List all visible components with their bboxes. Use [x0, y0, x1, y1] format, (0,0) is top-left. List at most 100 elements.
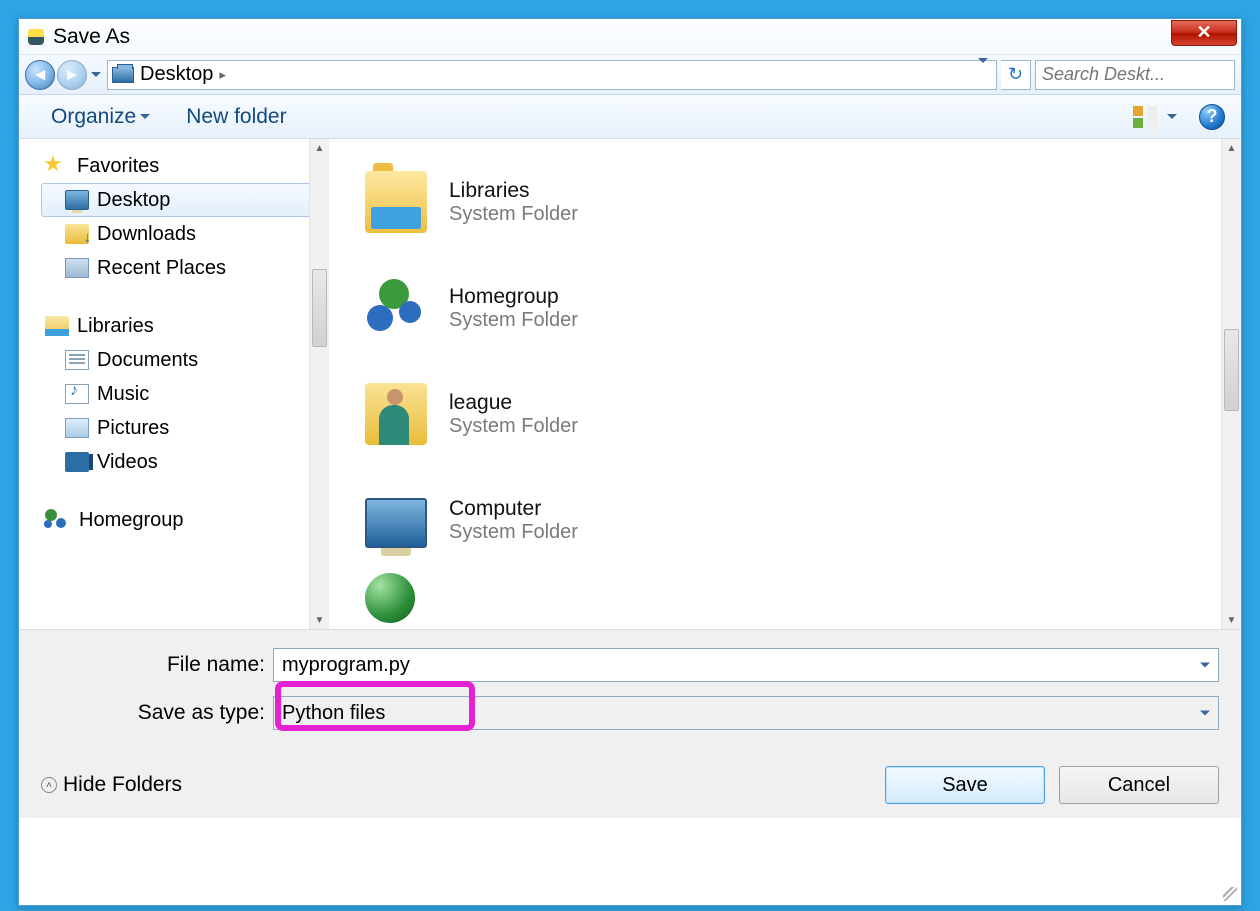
sidebar-item-documents[interactable]: Documents — [41, 343, 327, 377]
list-item[interactable] — [365, 573, 1215, 623]
user-folder-icon — [365, 383, 427, 445]
list-item-subtitle: System Folder — [449, 521, 578, 544]
sidebar-item-label: Music — [97, 383, 149, 406]
new-folder-button[interactable]: New folder — [186, 105, 286, 129]
savetype-value: Python files — [282, 702, 385, 725]
list-item-subtitle: System Folder — [449, 415, 578, 438]
list-item[interactable]: league System Folder — [365, 361, 1215, 467]
monitor-icon — [65, 190, 89, 210]
music-icon — [65, 384, 89, 404]
sidebar-item-label: Downloads — [97, 223, 196, 246]
library-icon — [45, 316, 69, 336]
close-button[interactable]: ✕ — [1171, 20, 1237, 46]
sidebar-item-label: Documents — [97, 349, 198, 372]
list-item[interactable]: Computer System Folder — [365, 467, 1215, 573]
breadcrumb-bar[interactable]: Desktop ▸ — [107, 60, 997, 90]
sidebar-item-pictures[interactable]: Pictures — [41, 411, 327, 445]
collapse-icon: ˄ — [41, 777, 57, 793]
breadcrumb-dropdown[interactable] — [970, 63, 996, 86]
content-scrollbar[interactable]: ▲ ▼ — [1221, 139, 1241, 629]
save-as-dialog: Save As ✕ ◄ ► Desktop ▸ ↻ 🔍 Organize — [18, 18, 1242, 906]
scroll-up-icon[interactable]: ▲ — [310, 139, 329, 157]
view-icon — [1133, 106, 1163, 128]
app-icon — [25, 26, 47, 48]
list-item-subtitle: System Folder — [449, 203, 578, 226]
savetype-label: Save as type: — [41, 701, 273, 725]
list-item[interactable]: Homegroup System Folder — [365, 255, 1215, 361]
list-item-title: Homegroup — [449, 285, 578, 309]
hide-folders-button[interactable]: ˄ Hide Folders — [41, 773, 182, 797]
help-icon: ? — [1207, 106, 1218, 127]
hide-folders-label: Hide Folders — [63, 773, 182, 797]
sidebar-header-label: Libraries — [77, 315, 154, 338]
sidebar-item-label: Desktop — [97, 189, 170, 212]
search-input[interactable] — [1042, 64, 1260, 85]
sidebar-libraries-header[interactable]: Libraries — [41, 309, 327, 343]
star-icon — [45, 156, 69, 176]
scroll-up-icon[interactable]: ▲ — [1222, 139, 1241, 157]
sidebar-item-label: Recent Places — [97, 257, 226, 280]
new-folder-label: New folder — [186, 105, 286, 129]
refresh-button[interactable]: ↻ — [1001, 60, 1031, 90]
savetype-select[interactable]: Python files — [273, 696, 1219, 730]
filename-label: File name: — [41, 653, 273, 677]
forward-button[interactable]: ► — [57, 60, 87, 90]
view-options-button[interactable] — [1133, 106, 1177, 128]
pictures-icon — [65, 418, 89, 438]
computer-icon — [365, 498, 427, 548]
chevron-down-icon — [140, 114, 150, 119]
navigation-pane: Favorites Desktop Downloads Recent Place… — [19, 139, 329, 629]
sidebar-item-homegroup[interactable]: Homegroup — [41, 503, 327, 537]
help-button[interactable]: ? — [1199, 104, 1225, 130]
filename-input[interactable]: myprogram.py — [273, 648, 1219, 682]
window-title: Save As — [53, 25, 130, 49]
organize-menu[interactable]: Organize — [51, 105, 150, 129]
sidebar-item-music[interactable]: Music — [41, 377, 327, 411]
filename-value: myprogram.py — [282, 654, 410, 677]
nav-history-dropdown[interactable] — [89, 60, 103, 90]
sidebar-item-downloads[interactable]: Downloads — [41, 217, 327, 251]
scroll-down-icon[interactable]: ▼ — [310, 611, 329, 629]
homegroup-icon — [45, 509, 71, 531]
sidebar-favorites-header[interactable]: Favorites — [41, 149, 327, 183]
libraries-icon — [365, 171, 427, 233]
scroll-thumb[interactable] — [1224, 329, 1239, 411]
sidebar-item-desktop[interactable]: Desktop — [41, 183, 327, 217]
chevron-right-icon[interactable]: ▸ — [219, 67, 226, 83]
toolbar: Organize New folder ? — [19, 95, 1241, 139]
title-bar: Save As ✕ — [19, 19, 1241, 55]
close-icon: ✕ — [1196, 22, 1211, 43]
list-item-title: league — [449, 391, 578, 415]
downloads-icon — [65, 224, 89, 244]
sidebar-item-recent-places[interactable]: Recent Places — [41, 251, 327, 285]
chevron-down-icon — [1167, 114, 1177, 119]
chevron-down-icon[interactable] — [1200, 711, 1210, 716]
scroll-down-icon[interactable]: ▼ — [1222, 611, 1241, 629]
sidebar-item-label: Videos — [97, 451, 158, 474]
list-item-subtitle: System Folder — [449, 309, 578, 332]
dialog-body: Favorites Desktop Downloads Recent Place… — [19, 139, 1241, 629]
sidebar-header-label: Favorites — [77, 155, 159, 178]
breadcrumb-location: Desktop — [140, 63, 213, 86]
list-item-title: Computer — [449, 497, 578, 521]
scroll-thumb[interactable] — [312, 269, 327, 347]
navigation-bar: ◄ ► Desktop ▸ ↻ 🔍 — [19, 55, 1241, 95]
videos-icon — [65, 452, 89, 472]
list-item-title: Libraries — [449, 179, 578, 203]
document-icon — [65, 350, 89, 370]
network-icon — [365, 573, 415, 623]
dialog-footer: File name: myprogram.py Save as type: Py… — [19, 629, 1241, 818]
cancel-button[interactable]: Cancel — [1059, 766, 1219, 804]
sidebar-scrollbar[interactable]: ▲ ▼ — [309, 139, 329, 629]
file-list: Libraries System Folder Homegroup System… — [329, 139, 1241, 629]
sidebar-item-videos[interactable]: Videos — [41, 445, 327, 479]
homegroup-icon — [365, 277, 427, 339]
back-button[interactable]: ◄ — [25, 60, 55, 90]
search-box[interactable]: 🔍 — [1035, 60, 1235, 90]
organize-label: Organize — [51, 105, 136, 129]
save-button[interactable]: Save — [885, 766, 1045, 804]
refresh-icon: ↻ — [1008, 64, 1023, 85]
chevron-down-icon[interactable] — [1200, 663, 1210, 668]
list-item[interactable]: Libraries System Folder — [365, 149, 1215, 255]
resize-grip-icon[interactable] — [1223, 887, 1237, 901]
